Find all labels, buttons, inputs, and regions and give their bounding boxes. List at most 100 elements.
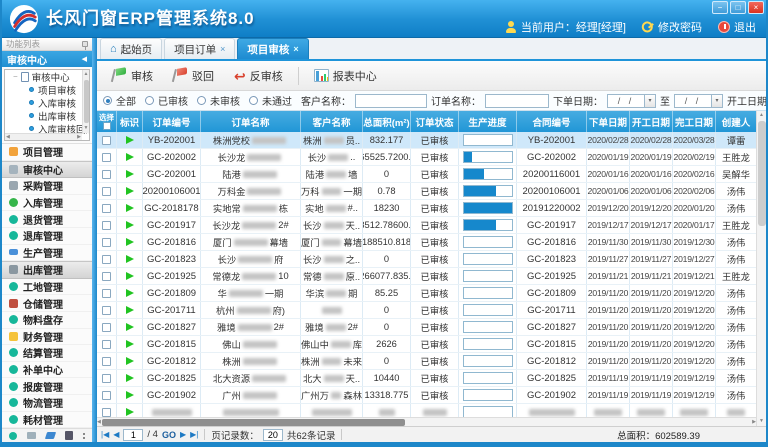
- shortcut-cart-icon[interactable]: [27, 432, 36, 439]
- sidebar-item-production[interactable]: 生产管理: [2, 245, 92, 262]
- sidebar-item-outbound[interactable]: 出库管理: [2, 261, 92, 279]
- grid-row[interactable]: GC-201711 杭州府) 0 已审核 GC-201711 2019/11/2…: [97, 302, 756, 319]
- go-button[interactable]: GO: [162, 430, 176, 440]
- shortcut-notes-icon[interactable]: [65, 431, 73, 440]
- tree-vertical-scrollbar[interactable]: ▲ ▼: [82, 70, 89, 133]
- sidebar-item-logistics[interactable]: 物流管理: [2, 395, 92, 412]
- row-checkbox[interactable]: [102, 374, 111, 383]
- row-checkbox[interactable]: [102, 153, 111, 162]
- row-checkbox[interactable]: [102, 204, 111, 213]
- column-header[interactable]: 客户名称: [301, 111, 363, 132]
- shortcut-more-icon[interactable]: [83, 433, 85, 435]
- row-checkbox[interactable]: [102, 340, 111, 349]
- sidebar-item-purchase[interactable]: 采购管理: [2, 178, 92, 195]
- grid-row[interactable]: GC-202001 陆港 陆港墙 0 已审核 20200116001 2020/…: [97, 166, 756, 183]
- row-checkbox[interactable]: [102, 408, 111, 417]
- row-checkbox[interactable]: [102, 221, 111, 230]
- approve-button[interactable]: 审核: [105, 65, 160, 87]
- row-checkbox[interactable]: [102, 289, 111, 298]
- sidebar-item-inventory[interactable]: 物料盘存: [2, 312, 92, 329]
- grid-row[interactable]: GC-201816 厦门幕墙 厦门幕墙 188510.818 已审核 GC-20…: [97, 234, 756, 251]
- row-checkbox[interactable]: [102, 255, 111, 264]
- grid-row[interactable]: 20200106001 万科金 万科一期 0.78 已审核 2020010600…: [97, 183, 756, 200]
- row-checkbox[interactable]: [102, 357, 111, 366]
- tree-expander-icon[interactable]: −: [13, 72, 18, 81]
- prev-page-button[interactable]: ◀: [113, 430, 119, 439]
- tab-home[interactable]: ⌂ 起始页: [100, 38, 162, 59]
- tree-item[interactable]: 出库审核: [5, 109, 89, 122]
- scroll-up-icon[interactable]: ▲: [759, 111, 764, 120]
- radio-approved[interactable]: [145, 96, 154, 105]
- maximize-button[interactable]: □: [730, 1, 746, 14]
- tree-root[interactable]: − 审核中心: [5, 70, 89, 83]
- first-page-button[interactable]: |◀: [101, 430, 109, 439]
- close-button[interactable]: ×: [748, 1, 764, 14]
- grid-row[interactable]: GC-201827 雅境2# 雅境2# 0 已审核 GC-201827 2019…: [97, 319, 756, 336]
- grid-row[interactable]: GC-201823 长沙府 长沙之.. 0 已审核 GC-201823 2019…: [97, 251, 756, 268]
- reject-button[interactable]: 驳回: [166, 65, 221, 87]
- select-all-checkbox[interactable]: [103, 122, 111, 130]
- close-tab-icon[interactable]: ×: [293, 44, 298, 54]
- minimize-button[interactable]: −: [712, 1, 728, 14]
- page-size-input[interactable]: [263, 429, 283, 441]
- change-password-button[interactable]: 修改密码: [642, 19, 702, 35]
- calendar-dropdown-icon[interactable]: ▾: [645, 94, 656, 108]
- logout-button[interactable]: 退出: [718, 19, 756, 35]
- order-name-input[interactable]: [485, 94, 549, 108]
- scroll-thumb[interactable]: [758, 121, 766, 226]
- grid-horizontal-scrollbar[interactable]: ◀ ▶: [97, 417, 756, 426]
- grid-row[interactable]: GC-201812 株洲 株洲未来 0 已审核 GC-201812 2019/1…: [97, 353, 756, 370]
- row-checkbox[interactable]: [102, 187, 111, 196]
- grid-row[interactable]: YB-202001 株洲党校 株洲员.. 832.177 已审核 YB-2020…: [97, 132, 756, 149]
- calendar-dropdown-icon[interactable]: ▾: [712, 94, 723, 108]
- column-header[interactable]: 创建人: [716, 111, 756, 132]
- grid-row[interactable]: GC-201925 常德龙10 常德原.. 266077.835.. 已审核 G…: [97, 268, 756, 285]
- row-checkbox[interactable]: [102, 170, 111, 179]
- column-header[interactable]: 订单名称: [201, 111, 301, 132]
- pin-icon[interactable]: [82, 41, 88, 47]
- column-header[interactable]: 合同编号: [517, 111, 587, 132]
- radio-unapproved[interactable]: [197, 96, 206, 105]
- scroll-down-icon[interactable]: ▼: [84, 124, 89, 133]
- report-center-button[interactable]: 报表中心: [307, 65, 384, 87]
- sidebar-item-warehouse[interactable]: 仓储管理: [2, 295, 92, 312]
- sidebar-item-inbound[interactable]: 入库管理: [2, 195, 92, 212]
- shortcut-edit-icon[interactable]: [45, 432, 56, 439]
- grid-row[interactable]: GC-2018178 实地常栋 实地#.. 18230 已审核 20191220…: [97, 200, 756, 217]
- sidebar-item-scrap[interactable]: 报废管理: [2, 378, 92, 395]
- column-header[interactable]: 标识: [117, 111, 143, 132]
- sidebar-item-return-goods[interactable]: 退货管理: [2, 211, 92, 228]
- grid-row[interactable]: GC-201902 广州 广州万森林 13318.775 已审核 GC-2019…: [97, 387, 756, 404]
- customer-name-input[interactable]: [355, 94, 427, 108]
- row-checkbox[interactable]: [102, 136, 111, 145]
- scroll-thumb[interactable]: [84, 80, 89, 123]
- row-checkbox[interactable]: [102, 306, 111, 315]
- tree-item[interactable]: 入库审核: [5, 96, 89, 109]
- column-header[interactable]: 完工日期: [673, 111, 716, 132]
- grid-row[interactable]: GC-201815 佛山 佛山中库 2626 已审核 GC-201815 201…: [97, 336, 756, 353]
- scroll-up-icon[interactable]: ▲: [84, 70, 89, 79]
- date-input[interactable]: / /: [674, 94, 712, 108]
- unapprove-button[interactable]: ↩ 反审核: [227, 65, 290, 87]
- grid-row[interactable]: GC-201917 长沙龙2# 长沙天.. 8512.78600.. 已审核 G…: [97, 217, 756, 234]
- date-input[interactable]: / /: [607, 94, 645, 108]
- sidebar-item-audit[interactable]: 审核中心: [2, 161, 92, 179]
- next-page-button[interactable]: ▶: [180, 430, 186, 439]
- grid-row[interactable]: [97, 404, 756, 417]
- row-checkbox[interactable]: [102, 323, 111, 332]
- sidebar-item-consumables[interactable]: 耗材管理: [2, 412, 92, 429]
- column-header[interactable]: 开工日期: [630, 111, 673, 132]
- column-header[interactable]: 订单编号: [143, 111, 201, 132]
- close-tab-icon[interactable]: ×: [220, 44, 225, 54]
- sidebar-item-finance[interactable]: 财务管理: [2, 329, 92, 346]
- sidebar-item-settle[interactable]: 结算管理: [2, 345, 92, 362]
- tree-horizontal-scrollbar[interactable]: ◀ ▶: [5, 133, 82, 140]
- radio-all[interactable]: [103, 96, 112, 105]
- collapse-icon[interactable]: ◀: [82, 55, 87, 63]
- sidebar-item-supplement[interactable]: 补单中心: [2, 362, 92, 379]
- grid-vertical-scrollbar[interactable]: ▲ ▼: [756, 111, 766, 426]
- row-checkbox[interactable]: [102, 272, 111, 281]
- radio-failed[interactable]: [249, 96, 258, 105]
- page-input[interactable]: [123, 429, 143, 441]
- scroll-right-icon[interactable]: ▶: [77, 133, 81, 142]
